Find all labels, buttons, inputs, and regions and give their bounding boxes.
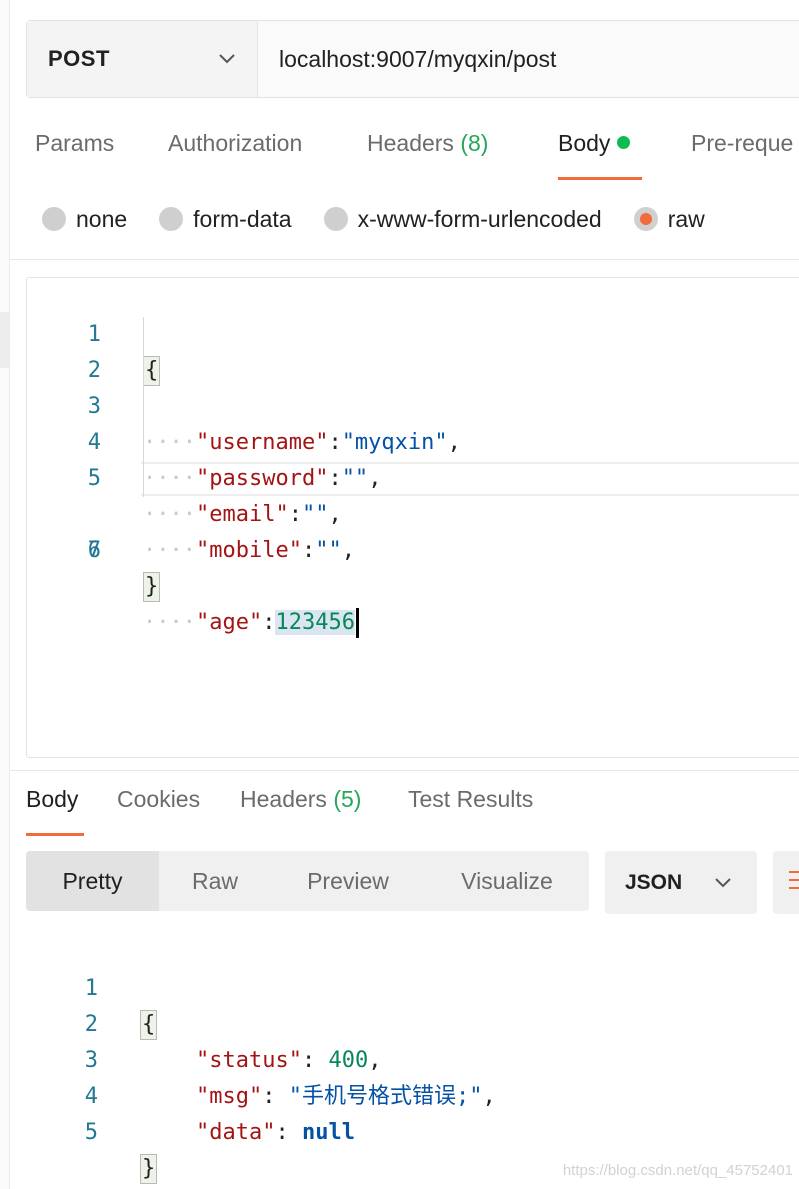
json-comma: , [341,538,355,563]
indent-dots: ···· [143,610,196,635]
tab-authorization[interactable]: Authorization [168,130,367,180]
code-line: 1 { [26,935,799,1040]
current-line-highlight [141,462,799,496]
code-line: 5 ····"mobile":"", [27,425,799,563]
language-select[interactable]: JSON [605,851,757,914]
left-rail-notch [0,312,9,368]
tab-label: Test Results [408,786,534,812]
request-bar: POST localhost:9007/myqxin/post [26,20,799,98]
tab-label: Cookies [117,786,201,812]
radio-label: raw [667,205,705,232]
code-line: 3 ····"password":"", [27,353,799,491]
tab-label: Headers [367,130,454,156]
json-value: 123456 [275,610,355,635]
tab-params[interactable]: Params [35,130,168,180]
code-line-current: 6 ····"age":123456 [27,461,799,638]
tab-label: Headers [240,786,327,812]
chevron-down-icon [219,54,235,64]
view-preview-button[interactable]: Preview [271,851,425,911]
radio-label: none [76,205,128,232]
body-status-dot-icon [617,136,631,149]
radio-icon[interactable] [323,207,348,231]
indent-guide [143,461,144,497]
close-brace: } [140,1154,158,1184]
radio-option-form-data[interactable]: form-data [159,205,292,233]
radio-icon[interactable] [42,207,66,231]
view-mode-segmented: Pretty Raw Preview Visualize [26,851,589,911]
tab-label: Params [35,130,115,156]
url-input[interactable]: localhost:9007/myqxin/post [258,21,799,97]
request-body-editor[interactable]: 1 { 2 ····"username":"myqxin", 3 ····"pa… [26,277,799,758]
tab-headers[interactable]: Headers (8) [367,130,558,180]
tab-label: Body [558,130,611,156]
tab-body[interactable]: Body [558,130,642,180]
json-key: "age" [195,610,263,635]
tab-label: Body [26,786,79,812]
left-rail [0,0,10,1189]
wrap-lines-button[interactable] [773,851,799,914]
code-line: 5 } [26,1079,799,1184]
radio-option-raw[interactable]: raw [633,205,705,233]
json-value: null [301,1120,355,1145]
tab-response-body[interactable]: Body [26,786,84,836]
radio-option-urlencoded[interactable]: x-www-form-urlencoded [323,205,602,233]
radio-label: x-www-form-urlencoded [357,205,602,232]
radio-option-none[interactable]: none [42,206,127,233]
request-code: 1 { 2 ····"username":"myqxin", 3 ····"pa… [27,281,799,638]
method-label: POST [48,46,110,71]
json-key: "mobile" [195,538,302,563]
indent-guide [143,317,144,353]
line-number: 5 [84,1120,98,1145]
code-line: 7 } [27,497,799,602]
code-line: 1 { [27,281,799,386]
tab-response-headers[interactable]: Headers (5) [240,786,408,836]
divider [10,770,799,771]
json-key: "data" [196,1120,276,1145]
tab-count: (8) [460,130,489,156]
text-cursor [355,608,359,638]
view-visualize-button[interactable]: Visualize [425,851,589,911]
indent-guide [143,353,144,389]
request-tabs: Params Authorization Headers (8) Body Pr… [35,130,793,180]
watermark: https://blog.csdn.net/qq_45752401 [562,1162,793,1179]
tab-count: (5) [333,786,362,812]
json-value: "" [315,538,342,563]
tab-label: Authorization [168,130,303,156]
code-line: 2 ····"username":"myqxin", [27,317,799,455]
indent-dots: ···· [143,538,196,563]
wrap-lines-icon [789,871,799,893]
code-line: 3 "msg": "手机号格式错误;", [26,1007,799,1109]
view-pretty-button[interactable]: Pretty [26,851,159,911]
chevron-down-icon [715,877,731,887]
tab-cookies[interactable]: Cookies [117,786,240,836]
response-body-viewer[interactable]: 1 { 2 "status": 400, 3 "msg": "手机号格式错误;"… [26,935,799,1184]
tab-test-results[interactable]: Test Results [408,786,533,836]
code-line: 4 "data": null [26,1043,799,1145]
indent-guide [143,389,144,425]
radio-icon[interactable] [159,207,184,231]
line-number: 7 [87,538,101,563]
code-line: 2 "status": 400, [26,971,799,1073]
language-label: JSON [625,870,683,894]
indent-guide [143,425,144,461]
method-select[interactable]: POST [27,21,258,97]
response-tabs: Body Cookies Headers (5) Test Results [26,786,533,836]
close-brace: } [143,572,161,602]
body-type-options: none form-data x-www-form-urlencoded raw [42,200,737,238]
divider [10,259,799,260]
view-raw-button[interactable]: Raw [159,851,271,911]
radio-checked-icon[interactable] [633,207,658,231]
tab-label: Pre-reque [691,130,794,156]
code-line: 4 ····"email":"", [27,389,799,527]
radio-label: form-data [193,205,292,232]
tab-pre-request-script[interactable]: Pre-reque [691,130,793,180]
